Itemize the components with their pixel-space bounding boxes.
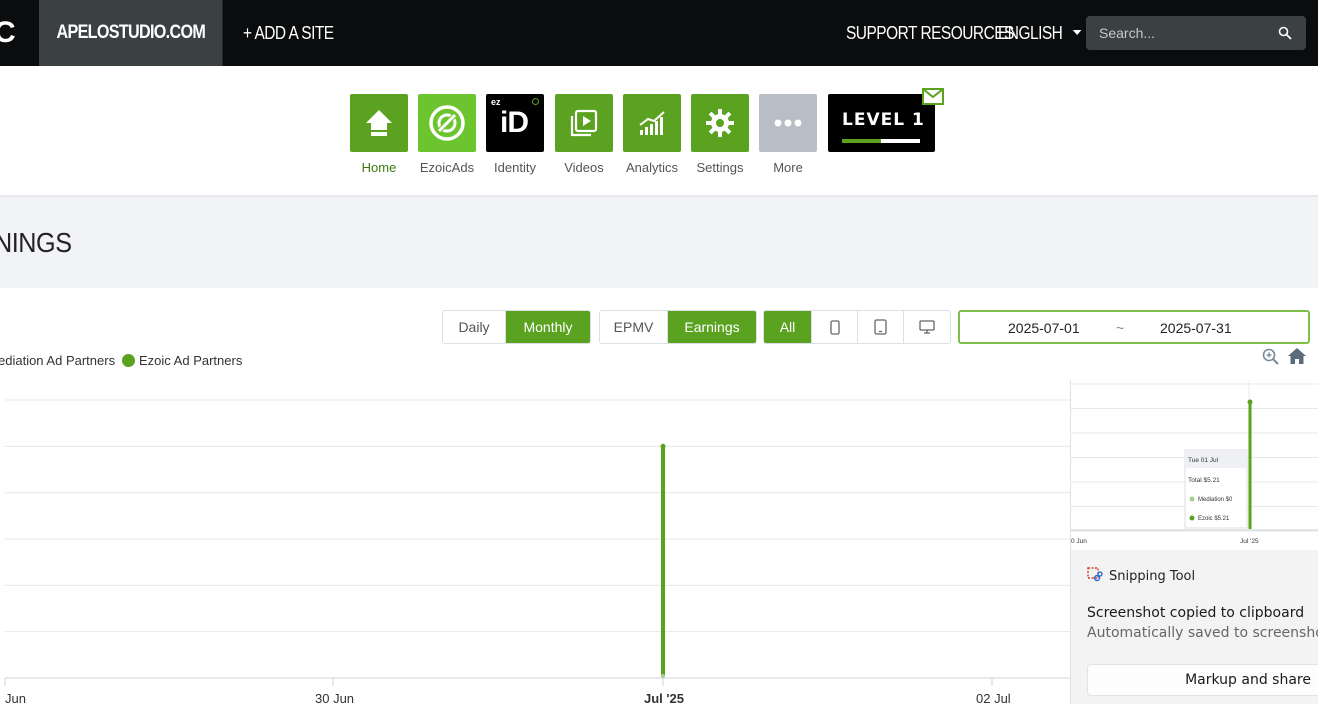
legend-dot-icon <box>122 354 135 367</box>
top-navbar: C APELOSTUDIO.COM + ADD A SITE SUPPORT R… <box>0 0 1318 66</box>
metric-toggle: EPMV Earnings <box>599 310 757 344</box>
page-title: NINGS <box>0 227 72 258</box>
mobile-button[interactable] <box>812 311 858 343</box>
analytics-icon <box>623 94 681 152</box>
thumb-point <box>1247 399 1253 405</box>
zoom-icon[interactable] <box>1262 348 1280 366</box>
snipping-tool-notification[interactable]: Tue 01 Jul Total $5.21 Mediation $0 Ezoic $… <box>1070 380 1318 704</box>
app-label-identity: Identity <box>494 160 536 175</box>
identity-text: iD <box>500 106 529 139</box>
desktop-button[interactable] <box>904 311 950 343</box>
level-progress-fill <box>842 139 881 143</box>
thumb-tick-label: Jul '25 <box>1240 538 1259 545</box>
snipping-tool-title: Snipping Tool <box>1109 569 1196 584</box>
app-more[interactable]: More <box>759 94 817 175</box>
daily-button[interactable]: Daily <box>443 311 506 343</box>
earnings-button[interactable]: Earnings <box>668 311 756 343</box>
app-home[interactable]: Home <box>350 94 408 175</box>
snipping-tool-header: Snipping Tool <box>1087 567 1195 584</box>
app-label-ezoicads: EzoicAds <box>419 160 475 175</box>
identity-icon: ez iD <box>486 94 544 152</box>
app-analytics[interactable]: Analytics <box>623 94 681 175</box>
data-point-ezoic <box>660 443 666 449</box>
thumb-tooltip-mediation: Mediation $0 <box>1198 497 1233 503</box>
caret-down-icon <box>1072 29 1082 35</box>
thumb-tick-label: 0 Jun <box>1071 538 1087 545</box>
x-tick-label: Jul '25 <box>644 691 684 704</box>
date-from[interactable]: 2025-07-01 <box>1008 320 1080 336</box>
app-label-more: More <box>773 160 803 175</box>
search-input[interactable] <box>1086 16 1306 50</box>
search-icon[interactable] <box>1278 26 1292 40</box>
legend-mediation[interactable]: ediation Ad Partners <box>0 353 115 368</box>
language-label: ENGLISH <box>998 23 1063 43</box>
app-identity[interactable]: ez iD Identity <box>486 94 544 175</box>
site-selector-tab[interactable]: APELOSTUDIO.COM <box>39 0 223 66</box>
markup-and-share-button[interactable]: Markup and share <box>1087 664 1318 696</box>
snipping-tool-icon <box>1087 567 1103 582</box>
date-to[interactable]: 2025-07-31 <box>1160 320 1232 336</box>
screenshot-thumbnail[interactable]: Tue 01 Jul Total $5.21 Mediation $0 Ezoic $… <box>1071 380 1318 550</box>
support-resources-link[interactable]: SUPPORT RESOURCES <box>846 23 1014 44</box>
tablet-button[interactable] <box>858 311 904 343</box>
ezoicads-icon <box>418 94 476 152</box>
monthly-button[interactable]: Monthly <box>506 311 590 343</box>
all-devices-button[interactable]: All <box>764 311 812 343</box>
thumb-tooltip-dot <box>1189 515 1195 521</box>
thumb-tooltip-date: Tue 01 Jul <box>1188 457 1219 464</box>
app-settings[interactable]: Settings <box>691 94 749 175</box>
desktop-icon <box>919 320 935 334</box>
app-label-home: Home <box>361 160 397 175</box>
thumb-tooltip-ezoic: Ezoic $5.21 <box>1198 516 1230 522</box>
app-label-analytics: Analytics <box>625 160 679 175</box>
level-label: LEVEL 1 <box>842 110 925 130</box>
settings-icon <box>691 94 749 152</box>
language-dropdown[interactable]: ENGLISH <box>998 23 1082 44</box>
level-badge[interactable]: LEVEL 1 <box>828 94 935 152</box>
x-tick-label: Jun <box>5 691 26 704</box>
legend-mediation-label: ediation Ad Partners <box>0 353 116 368</box>
mail-icon[interactable] <box>922 88 944 105</box>
snipping-tool-subtext: Automatically saved to screenshots f <box>1087 625 1318 641</box>
thumb-tooltip-dot <box>1189 496 1195 502</box>
identity-dot-icon <box>532 98 539 105</box>
add-site-link[interactable]: + ADD A SITE <box>243 23 334 44</box>
app-label-videos: Videos <box>564 160 604 175</box>
videos-icon <box>555 94 613 152</box>
x-tick-label: 02 Jul <box>976 691 1011 704</box>
data-point-mediation <box>661 674 665 678</box>
snipping-tool-message: Screenshot copied to clipboard <box>1087 605 1305 621</box>
thumb-tooltip-total: Total $5.21 <box>1188 477 1220 484</box>
reset-zoom-home-icon[interactable] <box>1288 348 1306 364</box>
app-ezoicads[interactable]: EzoicAds <box>418 94 476 175</box>
earnings-chart <box>4 399 1070 686</box>
app-label-settings: Settings <box>696 160 744 175</box>
date-range-picker[interactable]: 2025-07-01 ~ 2025-07-31 <box>958 310 1310 344</box>
device-toggle: All <box>763 310 951 344</box>
x-tick-label: 30 Jun <box>315 691 355 704</box>
page-header-banner <box>0 197 1318 288</box>
mobile-icon <box>829 319 840 335</box>
ezoic-logo[interactable]: C <box>0 16 16 50</box>
epmv-button[interactable]: EPMV <box>600 311 668 343</box>
more-icon <box>759 94 817 152</box>
period-toggle: Daily Monthly <box>442 310 591 344</box>
legend-ezoic[interactable]: Ezoic Ad Partners <box>122 353 242 368</box>
legend-ezoic-label: Ezoic Ad Partners <box>139 353 243 368</box>
app-videos[interactable]: Videos <box>555 94 613 175</box>
date-separator: ~ <box>1116 320 1125 336</box>
home-icon <box>350 94 408 152</box>
tablet-icon <box>874 319 887 335</box>
